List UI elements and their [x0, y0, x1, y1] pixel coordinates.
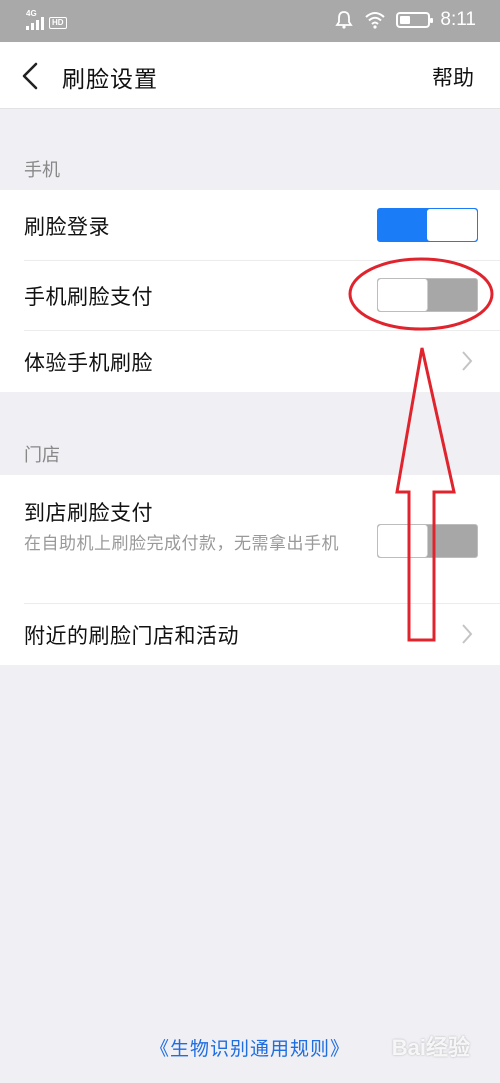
store-face-pay-label: 到店刷脸支付 [24, 501, 153, 525]
section-header-phone: 手机 [24, 160, 60, 181]
try-phone-face-row[interactable]: 体验手机刷脸 [0, 330, 500, 392]
battery-icon [396, 12, 434, 28]
signal-icon [26, 17, 44, 30]
try-phone-face-label: 体验手机刷脸 [24, 351, 153, 375]
status-bar: 4G HD 8:11 [0, 0, 500, 42]
bell-icon [335, 11, 354, 29]
chevron-right-icon [462, 624, 473, 644]
help-button[interactable]: 帮助 [432, 62, 474, 92]
chevron-right-icon [462, 351, 473, 371]
face-login-row[interactable]: 刷脸登录 [0, 190, 500, 260]
phone-face-pay-toggle[interactable] [377, 278, 478, 312]
nearby-stores-label: 附近的刷脸门店和活动 [24, 624, 239, 648]
store-face-pay-toggle[interactable] [377, 524, 478, 558]
hd-badge: HD [49, 17, 67, 29]
page-title: 刷脸设置 [62, 67, 158, 93]
face-login-toggle[interactable] [377, 208, 478, 242]
store-settings-group: 到店刷脸支付 在自助机上刷脸完成付款，无需拿出手机 附近的刷脸门店和活动 [0, 475, 500, 665]
phone-face-pay-row[interactable]: 手机刷脸支付 [0, 260, 500, 330]
face-login-label: 刷脸登录 [24, 215, 110, 239]
phone-settings-group: 刷脸登录 手机刷脸支付 体验手机刷脸 [0, 190, 500, 392]
store-face-pay-description: 在自助机上刷脸完成付款，无需拿出手机 [24, 534, 339, 554]
store-face-pay-row[interactable]: 到店刷脸支付 在自助机上刷脸完成付款，无需拿出手机 [0, 475, 500, 603]
watermark-logo: Bai经验 [391, 1035, 470, 1060]
wifi-icon [365, 12, 386, 29]
nearby-stores-row[interactable]: 附近的刷脸门店和活动 [0, 603, 500, 665]
nav-bar: 刷脸设置 帮助 [0, 42, 500, 109]
section-header-store: 门店 [24, 445, 60, 466]
back-chevron-icon[interactable] [14, 56, 50, 96]
status-time: 8:11 [440, 9, 476, 30]
phone-face-pay-label: 手机刷脸支付 [24, 285, 153, 309]
